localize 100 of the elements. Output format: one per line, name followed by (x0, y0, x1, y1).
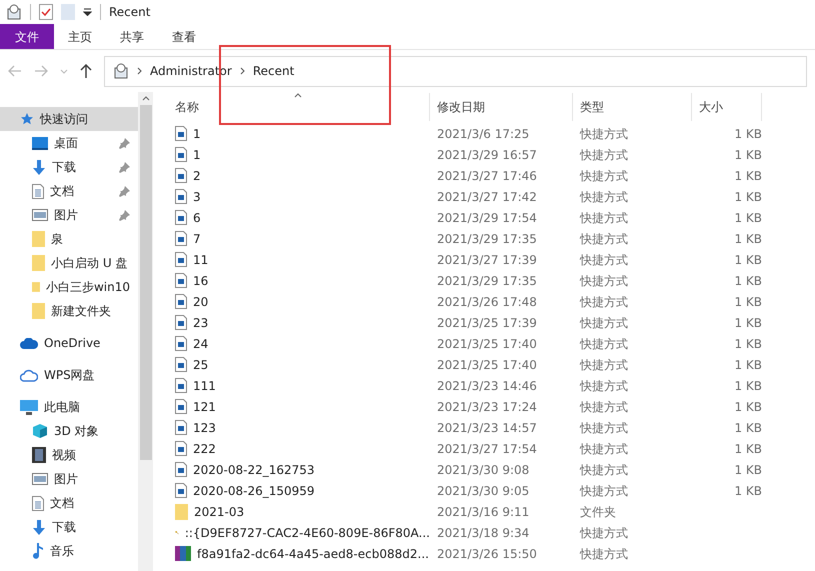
folder-icon (32, 279, 40, 295)
type-cell-text: 快捷方式 (578, 168, 629, 184)
type-cell-text: 快捷方式 (578, 482, 629, 500)
pin-icon[interactable] (119, 162, 130, 172)
column-header[interactable]: 名称 (168, 93, 430, 121)
size-cell-text: 1 KB (734, 188, 762, 206)
caret-icon[interactable] (60, 68, 68, 74)
back-arrow-icon[interactable] (8, 65, 22, 77)
scrollbar-thumb[interactable] (140, 105, 152, 460)
column-header[interactable]: 大小 (692, 93, 762, 121)
ribbon-tab[interactable]: 查看 (158, 24, 210, 49)
sidebar-label: 图片 (54, 207, 79, 224)
sidebar-item[interactable]: 小白启动 U 盘 (0, 251, 138, 275)
pin-icon[interactable] (119, 138, 130, 148)
sidebar-item[interactable]: 下载 (0, 155, 138, 179)
file-name[interactable]: 222 (193, 440, 216, 458)
sidebar-item[interactable]: 新建文件夹 (0, 299, 138, 323)
sidebar-label: 下载 (52, 519, 77, 536)
sidebar-item[interactable]: 图片 (0, 203, 138, 227)
sidebar-item[interactable]: 文档 (0, 491, 138, 515)
file-name[interactable]: 123 (193, 418, 216, 436)
pin-icon[interactable] (119, 186, 130, 196)
date-cell-text: 2021/3/29 17:35 (436, 230, 538, 248)
pin-icon[interactable] (119, 210, 130, 220)
image-file-icon (175, 378, 187, 393)
window-title: Recent (109, 4, 150, 21)
sort-caret-icon[interactable] (294, 93, 302, 98)
size-cell-text: 1 KB (734, 146, 762, 164)
sidebar-item[interactable]: 3D 对象 (0, 419, 138, 443)
file-name[interactable]: 1 (193, 146, 201, 164)
computer-icon (20, 400, 38, 414)
file-name[interactable]: 24 (193, 334, 208, 352)
sidebar-item[interactable]: 桌面 (0, 131, 138, 155)
date-cell-text: 2021/3/27 17:46 (436, 168, 538, 184)
sidebar-label: OneDrive (44, 335, 102, 352)
file-name[interactable]: 121 (193, 398, 216, 416)
breadcrumb[interactable]: Recent (252, 62, 294, 80)
chevron-right-icon[interactable] (137, 67, 142, 75)
sidebar-item[interactable]: 小白三步win10 (0, 275, 138, 299)
date-cell-text: 2021/3/23 14:46 (436, 378, 538, 394)
sidebar-item[interactable]: 视频 (0, 443, 138, 467)
image-file-icon (175, 231, 187, 246)
sidebar-item[interactable]: OneDrive (0, 331, 138, 355)
file-name[interactable]: 6 (193, 208, 201, 226)
up-arrow-icon[interactable] (80, 64, 92, 78)
properties-icon[interactable] (39, 4, 53, 20)
folder-icon (32, 255, 45, 271)
sidebar-item[interactable]: 泉 (0, 227, 138, 251)
type-cell-text: 快捷方式 (578, 398, 629, 416)
date-cell-text: 2021/3/25 17:39 (436, 314, 538, 332)
sidebar-label: 视频 (52, 447, 77, 464)
file-name[interactable]: 20 (193, 292, 208, 310)
file-name[interactable]: 16 (193, 272, 208, 290)
file-name[interactable]: 111 (193, 376, 216, 394)
chevron-right-icon[interactable] (240, 67, 245, 75)
forward-arrow-icon[interactable] (34, 65, 48, 77)
scroll-up-icon[interactable] (142, 96, 150, 101)
sidebar-item[interactable]: WPS网盘 (0, 363, 138, 387)
file-name[interactable]: ::{D9EF8727-CAC2-4E60-809E-86F80A... (184, 524, 430, 542)
sidebar-item[interactable]: 此电脑 (0, 395, 138, 419)
file-name[interactable]: 2 (193, 166, 201, 184)
file-name[interactable]: 3 (193, 188, 201, 206)
folder-recent-icon (6, 4, 22, 20)
size-cell-text: 1 KB (734, 230, 762, 248)
dropdown-icon[interactable] (83, 8, 92, 16)
date-cell-text: 2021/3/23 17:24 (436, 398, 538, 416)
ribbon-tab[interactable]: 共享 (106, 24, 158, 49)
file-name[interactable]: 25 (193, 356, 208, 374)
sidebar-label: 此电脑 (44, 399, 81, 416)
type-cell-text: 快捷方式 (578, 314, 629, 332)
type-cell-text: 文件夹 (579, 504, 617, 520)
file-name[interactable]: f8a91fa2-dc64-4a45-aed8-ecb088d2... (197, 544, 429, 562)
file-name[interactable]: 7 (193, 230, 201, 248)
file-name[interactable]: 2020-08-26_150959 (193, 482, 315, 500)
sidebar-item[interactable]: 音乐 (0, 539, 138, 563)
column-header[interactable]: 修改日期 (430, 93, 573, 121)
column-header[interactable]: 类型 (573, 93, 692, 121)
down-arrow-icon (32, 160, 46, 174)
image-file-icon (175, 147, 187, 162)
folder-icon (32, 303, 45, 319)
image-file-icon (175, 336, 187, 351)
sidebar-item[interactable]: 快速访问 (0, 107, 138, 131)
file-name[interactable]: 11 (193, 250, 208, 268)
sidebar-label: 小白启动 U 盘 (51, 255, 128, 272)
file-name[interactable]: 23 (193, 314, 208, 332)
document-icon (32, 496, 44, 510)
ribbon-tab[interactable]: 文件 (0, 24, 54, 49)
sidebar-item[interactable]: 下载 (0, 515, 138, 539)
ribbon-tab[interactable]: 主页 (54, 24, 106, 49)
sidebar-item[interactable]: 图片 (0, 467, 138, 491)
date-cell-text: 2021/3/27 17:39 (436, 252, 538, 268)
sidebar-label: 新建文件夹 (51, 303, 112, 320)
type-cell-text: 快捷方式 (578, 146, 629, 164)
sidebar-item[interactable]: 文档 (0, 179, 138, 203)
size-cell-text: 1 KB (734, 336, 762, 352)
cube-icon (32, 423, 48, 439)
scrollbar[interactable] (138, 92, 153, 571)
file-name[interactable]: 2021-03 (194, 502, 244, 520)
file-name[interactable]: 1 (193, 124, 201, 142)
file-name[interactable]: 2020-08-22_162753 (193, 460, 315, 478)
